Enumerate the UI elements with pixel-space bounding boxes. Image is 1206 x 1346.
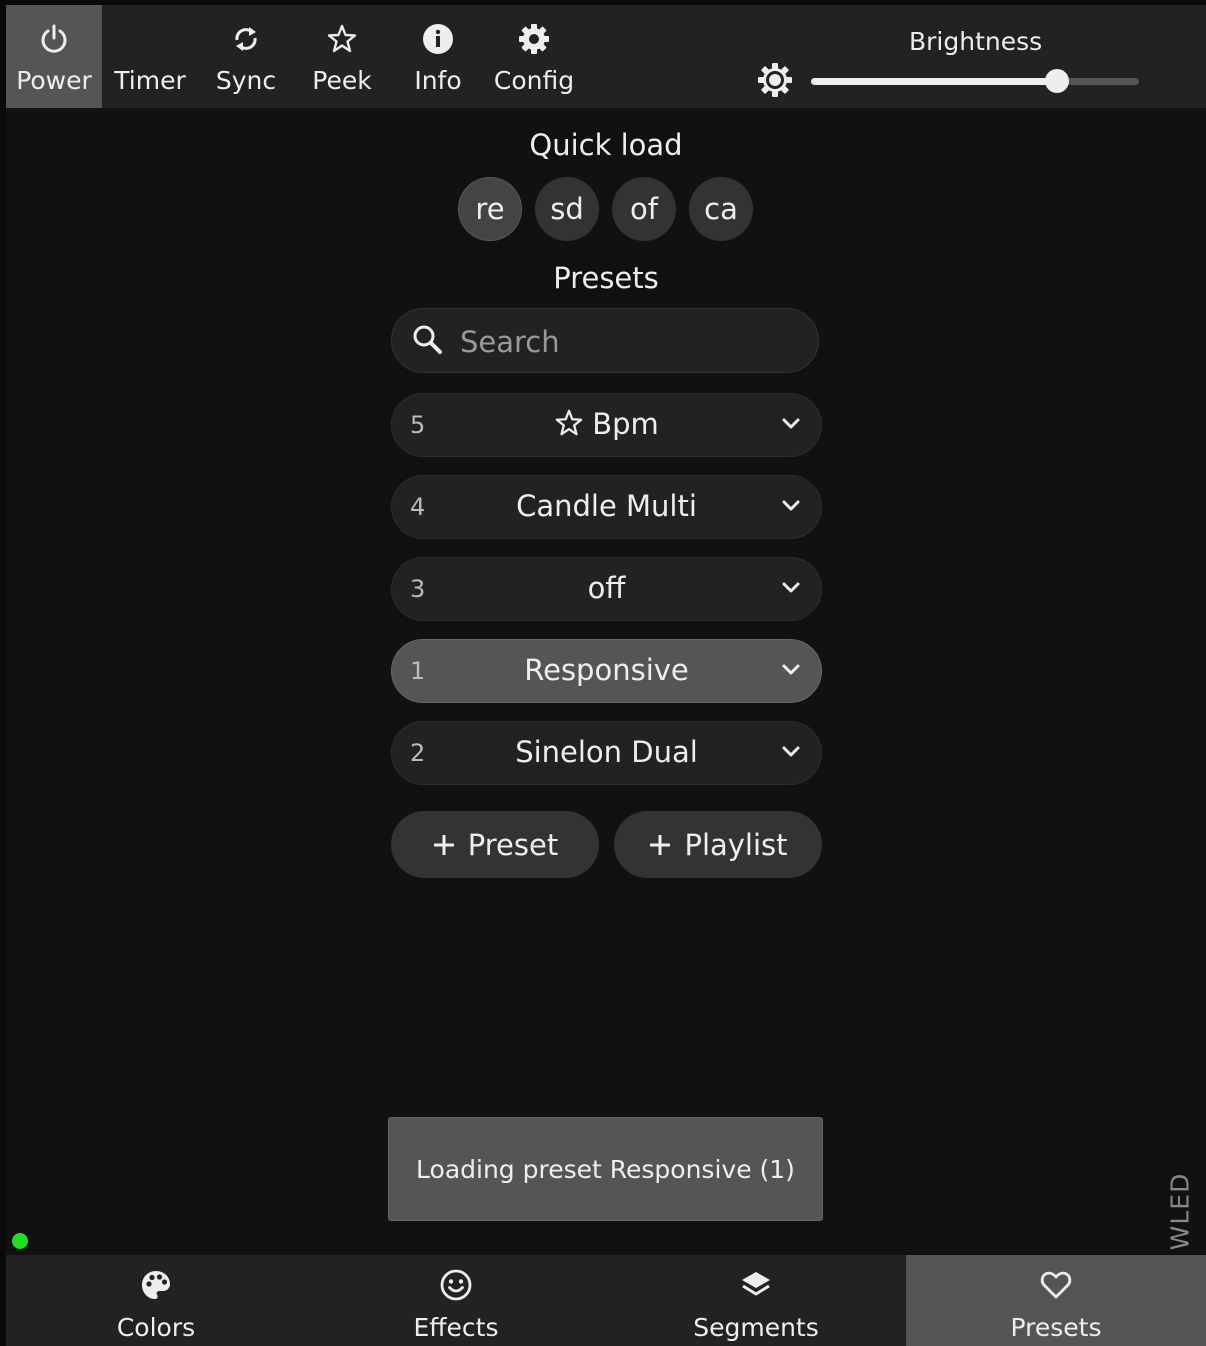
quick-load-button-sd[interactable]: sd: [535, 177, 599, 241]
nav-effects[interactable]: Effects: [306, 1255, 606, 1346]
quick-load-row: re sd of ca: [458, 177, 753, 241]
toast-text: Loading preset Responsive (1): [416, 1154, 795, 1184]
chevron-down-icon[interactable]: [781, 660, 801, 684]
window-frame-left: [0, 0, 6, 1346]
preset-name: Bpm: [592, 407, 659, 441]
wled-brand: WLED: [1157, 1172, 1203, 1250]
config-button[interactable]: Config: [486, 5, 582, 108]
preset-name-row: Bpm: [432, 407, 781, 445]
preset-item-active[interactable]: 1 Responsive: [391, 639, 822, 703]
search-input[interactable]: [458, 321, 792, 363]
brightness-slider[interactable]: [811, 69, 1139, 93]
bottom-nav: Colors Effects Segments Presets: [6, 1255, 1206, 1346]
peek-label: Peek: [312, 66, 372, 95]
peek-button[interactable]: Peek: [294, 5, 390, 108]
preset-id: 3: [410, 575, 426, 603]
preset-item[interactable]: 3 off: [391, 557, 822, 621]
preset-item[interactable]: 2 Sinelon Dual: [391, 721, 822, 785]
info-button[interactable]: Info: [390, 5, 486, 108]
brightness-slider-fill: [811, 78, 1057, 85]
config-label: Config: [493, 66, 575, 95]
timer-button[interactable]: Timer: [102, 5, 198, 108]
chevron-down-icon[interactable]: [781, 414, 801, 438]
preset-item[interactable]: 5 Bpm: [391, 393, 822, 457]
nav-segments[interactable]: Segments: [606, 1255, 906, 1346]
timer-label: Timer: [114, 66, 186, 95]
moon-icon: [102, 21, 198, 57]
sync-label: Sync: [215, 66, 277, 95]
layers-icon: [606, 1269, 906, 1303]
quick-load-button-ca[interactable]: ca: [689, 177, 753, 241]
preset-id: 5: [410, 411, 426, 439]
quick-load-title: Quick load: [529, 128, 683, 162]
power-icon: [6, 21, 102, 57]
add-playlist-button[interactable]: Playlist: [614, 811, 822, 878]
preset-name: Responsive: [524, 653, 689, 687]
info-label: Info: [414, 66, 462, 95]
toast-notification: Loading preset Responsive (1): [388, 1117, 823, 1221]
star-icon: [294, 21, 390, 57]
nav-presets[interactable]: Presets: [906, 1255, 1206, 1346]
add-preset-label: Preset: [467, 827, 559, 862]
nav-presets-label: Presets: [1010, 1313, 1102, 1342]
preset-name: Candle Multi: [516, 489, 697, 523]
presets-title: Presets: [553, 261, 659, 295]
sync-icon: [198, 21, 294, 57]
preset-id: 4: [410, 493, 426, 521]
search-icon: [412, 324, 444, 360]
brightness-title: Brightness: [909, 27, 1043, 56]
preset-name: Sinelon Dual: [515, 735, 698, 769]
connection-status-indicator: [12, 1233, 28, 1249]
preset-id: 2: [410, 739, 426, 767]
nav-colors-label: Colors: [116, 1313, 196, 1342]
chevron-down-icon[interactable]: [781, 742, 801, 766]
wled-brand-text: WLED: [1165, 1172, 1195, 1250]
chevron-down-icon[interactable]: [781, 496, 801, 520]
nav-effects-label: Effects: [413, 1313, 499, 1342]
nav-segments-label: Segments: [693, 1313, 819, 1342]
preset-search: [391, 308, 819, 373]
info-icon: [390, 21, 486, 57]
preset-item[interactable]: 4 Candle Multi: [391, 475, 822, 539]
power-button[interactable]: Power: [6, 5, 102, 108]
palette-icon: [6, 1269, 306, 1303]
brightness-slider-thumb[interactable]: [1045, 69, 1069, 93]
smiley-icon: [306, 1269, 606, 1303]
chevron-down-icon[interactable]: [781, 578, 801, 602]
quick-load-button-of[interactable]: of: [612, 177, 676, 241]
favorite-star-icon: [554, 408, 584, 445]
plus-icon: [432, 833, 456, 857]
quick-load-button-re[interactable]: re: [458, 177, 522, 241]
add-preset-button[interactable]: Preset: [391, 811, 599, 878]
plus-icon: [648, 833, 672, 857]
heart-icon: [906, 1269, 1206, 1303]
nav-colors[interactable]: Colors: [6, 1255, 306, 1346]
preset-id: 1: [410, 657, 426, 685]
top-bar: Power Timer Sync Peek Info Config Bright…: [6, 5, 1206, 108]
preset-name: off: [587, 571, 626, 605]
sync-button[interactable]: Sync: [198, 5, 294, 108]
brightness-icon: [756, 61, 794, 99]
gear-icon: [486, 21, 582, 57]
power-label: Power: [16, 66, 92, 95]
add-playlist-label: Playlist: [684, 827, 788, 862]
